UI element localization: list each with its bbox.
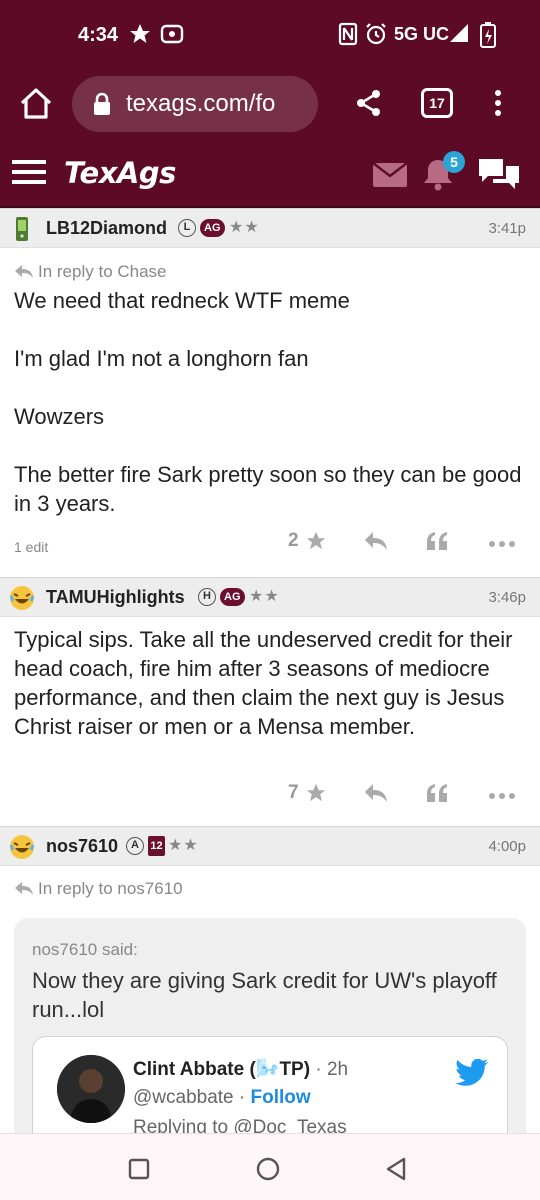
post-time: 3:46p [488,589,526,606]
post-header: nos7610 A 12 ★★ 4:00p [0,826,540,866]
post-paragraph: I'm glad I'm not a longhorn fan [14,346,309,371]
twelfth-man-badge: 12 [148,836,165,856]
post-paragraph: We need that redneck WTF meme [14,288,350,313]
phone-avatar-icon [8,215,36,243]
home-button-icon[interactable] [255,1156,281,1187]
nfc-icon [338,22,358,51]
reply-to-link[interactable]: In reply to Chase [14,262,167,282]
star-count: 2 [288,530,299,551]
rank-badge: H [198,588,216,606]
ag-badge: AG [200,219,225,237]
site-header: TexAgs 5 [0,136,540,208]
post-paragraph: The better fire Sark pretty soon so they… [14,462,522,516]
reply-to-link[interactable]: In reply to nos7610 [14,879,183,899]
twitter-bird-icon[interactable] [455,1058,489,1092]
quote-icon[interactable] [425,782,449,809]
status-bar: 4:34 5G UC [0,0,540,72]
signal-icon [448,22,470,49]
post-paragraph: Wowzers [14,404,105,429]
star-count: 7 [288,782,299,803]
reply-icon[interactable] [363,782,389,809]
system-nav-bar [0,1133,540,1200]
star-rate-icon[interactable] [305,782,327,809]
chat-icon[interactable] [476,156,522,197]
post-body: Typical sips. Take all the undeserved cr… [14,625,526,741]
post-header: LB12Diamond L AG ★★ 3:41p [0,208,540,248]
network-label: 5G UC [394,24,450,44]
laughing-emoji-avatar-icon [8,584,36,612]
reply-icon[interactable] [363,530,389,557]
tweet-handle[interactable]: @wcabbate [133,1087,234,1108]
battery-icon [480,22,496,53]
more-vert-icon[interactable] [490,88,506,123]
reply-to-text: In reply to nos7610 [38,879,183,898]
post-time: 4:00p [488,838,526,855]
username[interactable]: nos7610 [46,836,118,857]
url-text: texags.com/fo [126,90,276,117]
mail-icon[interactable] [372,162,408,193]
quote-block: nos7610 said: Now they are giving Sark c… [14,918,526,1176]
texags-logo[interactable]: TexAgs [64,156,176,190]
tweet-author-name[interactable]: Clint Abbate (🌬️TP) · 2h [133,1057,348,1081]
browser-toolbar: texags.com/fo 17 [0,72,540,136]
reply-to-text: In reply to Chase [38,262,167,281]
tweet-handle-row: @wcabbate · Follow [133,1087,311,1108]
username[interactable]: LB12Diamond [46,218,167,239]
home-icon[interactable] [18,86,54,125]
recents-button-icon[interactable] [128,1158,150,1185]
user-stars: ★★ [249,588,280,605]
reply-arrow-icon [15,265,33,278]
post-actions: 7 [0,776,540,816]
reply-arrow-icon [15,882,33,895]
follow-button[interactable]: Follow [251,1087,311,1108]
post-body: We need that redneck WTF meme I'm glad I… [14,286,526,518]
star-icon [128,22,152,51]
star-rate-icon[interactable] [305,530,327,557]
ag-badge: AG [220,588,245,606]
more-horiz-icon[interactable] [488,536,516,554]
quote-icon[interactable] [425,530,449,557]
laughing-emoji-avatar-icon [8,833,36,861]
tweet-author-name-text: Clint Abbate (🌬️TP) [133,1059,311,1080]
lock-icon [92,92,112,121]
url-bar[interactable]: texags.com/fo [72,76,318,132]
user-stars: ★★ [229,219,260,236]
username[interactable]: TAMUHighlights [46,587,185,608]
tweet-time: · 2h [315,1059,349,1080]
rank-badge: A [126,837,144,855]
post-paragraph: Typical sips. Take all the undeserved cr… [14,627,513,739]
status-time: 4:34 [78,24,119,46]
post-header: TAMUHighlights H AG ★★ 3:46p [0,577,540,617]
tweet-avatar[interactable] [57,1055,125,1123]
back-button-icon[interactable] [384,1156,408,1187]
hamburger-menu-icon[interactable] [12,160,48,191]
quote-author: nos7610 said: [32,940,138,959]
post-time: 3:41p [488,220,526,237]
share-icon[interactable] [354,88,384,123]
more-horiz-icon[interactable] [488,788,516,806]
tab-switcher-button[interactable]: 17 [421,88,453,118]
alarm-icon [364,22,388,51]
post-actions: 2 [0,524,540,564]
quote-text: Now they are giving Sark credit for UW's… [32,968,497,1022]
cast-icon [160,22,184,51]
rank-badge: L [178,219,196,237]
notification-badge: 5 [443,151,465,173]
user-stars: ★★ [168,837,199,854]
